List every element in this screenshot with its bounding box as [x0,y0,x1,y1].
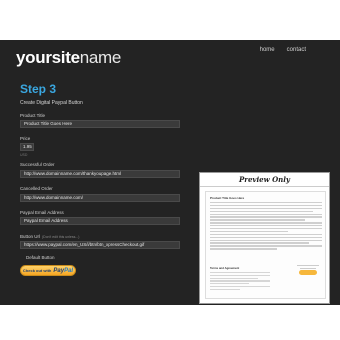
successful-order-input[interactable]: http://www.domainname.com/thankyoupage.h… [20,170,180,178]
cancelled-order-input[interactable]: http://www.domainname.com/ [20,194,180,202]
button-url-input[interactable]: https://www.paypal.com/en_US/i/btn/btn_x… [20,241,180,249]
logo-light-text: name [79,48,122,67]
preview-page-title: Product Title Goes Here [210,196,245,200]
preview-terms-text [210,272,270,291]
preview-buy-box [297,265,319,277]
successful-order-label: Successful Order [20,162,55,167]
preview-body-text [210,202,322,251]
price-currency-hint: USD [20,153,28,157]
price-input[interactable]: 1.95 [20,143,34,151]
nav-home-link[interactable]: home [260,47,275,53]
page-frame: yoursitename home contact Step 3 Create … [0,40,340,305]
paypal-logo: PayPal [53,268,73,274]
preview-header: Preview Only [200,173,329,187]
preview-terms-heading: Terms and Agreement [210,266,240,270]
paypal-email-label: Paypal Email Address [20,210,64,215]
paypal-logo-pay: Pay [53,267,65,274]
paypal-logo-pal: Pal [64,267,74,274]
button-url-label-text: Button Url [20,234,41,239]
check-out-with-text: Check out with [22,268,52,273]
preview-paypal-button [299,270,317,276]
site-logo[interactable]: yoursitename [16,48,121,68]
button-url-label: Button Url (Don't edit this unless...) [20,234,79,239]
default-button-label: Default Button [26,255,55,260]
cancelled-order-label: Cancelled Order [20,186,53,191]
page-subtitle: Create Digital Paypal Button [20,100,83,106]
logo-bold-text: yoursite [16,48,80,67]
product-title-input[interactable]: Product Title Goes Here [20,120,180,128]
button-url-note: (Don't edit this unless...) [42,235,80,239]
paypal-checkout-button[interactable]: Check out with PayPal [20,265,76,276]
top-nav: home contact [260,47,306,53]
price-label: Price [20,136,31,141]
preview-page-thumbnail: Product Title Goes Here Terms and Agreem… [205,191,326,299]
paypal-email-input[interactable]: Paypal Email Address [20,217,180,225]
nav-contact-link[interactable]: contact [287,47,306,53]
product-title-label: Product Title [20,113,46,118]
step-title: Step 3 [20,82,57,96]
preview-panel: Preview Only Product Title Goes Here Ter… [199,172,330,304]
